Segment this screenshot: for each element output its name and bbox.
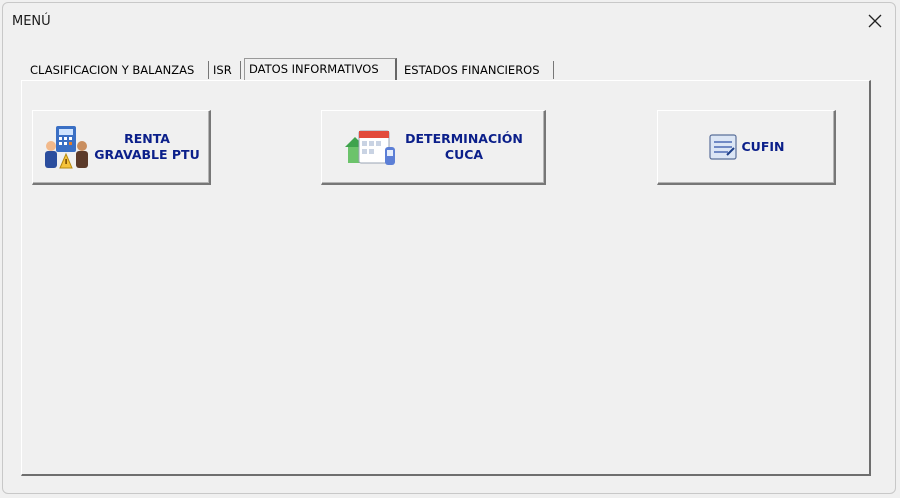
determinacion-cuca-button[interactable]: DETERMINACIÓN CUCA: [321, 110, 546, 185]
tab-clasificacion-y-balanzas[interactable]: CLASIFICACION Y BALANZAS: [26, 61, 209, 79]
ledger-icon: [708, 134, 737, 160]
calculator-people-icon: [45, 126, 89, 169]
renta-gravable-ptu-label: RENTA GRAVABLE PTU: [94, 131, 200, 162]
tab-isr[interactable]: ISR: [209, 61, 241, 79]
close-button[interactable]: [863, 9, 887, 33]
determinacion-cuca-label: DETERMINACIÓN CUCA: [405, 131, 523, 162]
tab-datos-informativos[interactable]: DATOS INFORMATIVOS: [244, 58, 397, 80]
renta-gravable-ptu-button[interactable]: RENTA GRAVABLE PTU: [32, 110, 211, 185]
tab-estados-financieros[interactable]: ESTADOS FINANCIEROS: [400, 61, 554, 79]
window-title: MENÚ: [12, 14, 51, 29]
cufin-button[interactable]: CUFIN: [657, 110, 836, 185]
title-bar: MENÚ: [3, 3, 895, 41]
calendar-house-icon: [345, 130, 396, 165]
close-icon: [868, 14, 882, 28]
cufin-label: CUFIN: [741, 139, 785, 154]
